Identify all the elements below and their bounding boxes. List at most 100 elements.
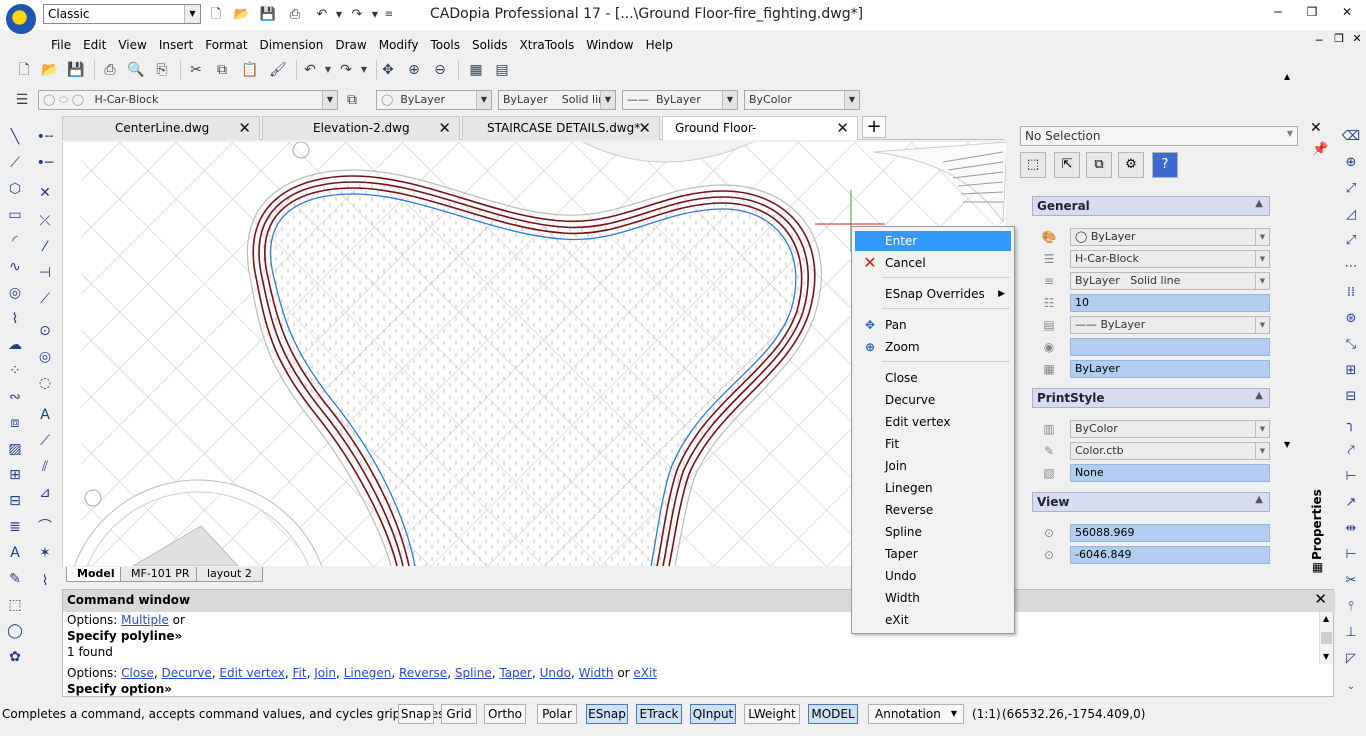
menu-window[interactable]: Window: [580, 36, 639, 54]
command-scrollbar[interactable]: ▲ ▼: [1319, 612, 1333, 664]
layout-tab[interactable]: layout 2: [196, 567, 263, 582]
doc-tab[interactable]: STAIRCASE DETAILS.dwg* ✕: [462, 116, 660, 140]
undo-icon[interactable]: ↶: [313, 6, 331, 24]
properties-palette-small-icon[interactable]: ▦: [1312, 560, 1323, 574]
menu-item-linegen[interactable]: Linegen: [855, 478, 1011, 498]
qinput-toggle[interactable]: QInput: [690, 704, 736, 724]
polyline-icon[interactable]: ⌇: [4, 308, 26, 330]
spline-icon[interactable]: ∿: [4, 256, 26, 278]
break-icon[interactable]: ⫽: [34, 456, 56, 478]
scroll-down-icon[interactable]: ▼: [1323, 652, 1329, 661]
circle-icon[interactable]: ◎: [4, 282, 26, 304]
snap-nearest-icon[interactable]: ↗: [1340, 492, 1362, 514]
print-attached-field[interactable]: None: [1070, 464, 1270, 482]
linetype-field[interactable]: ByLayer Solid line ▼: [1070, 272, 1270, 290]
grid-toggle[interactable]: Grid: [441, 704, 477, 724]
doc-restore-icon[interactable]: ❐: [1330, 32, 1348, 45]
selection-combo[interactable]: No Selection ▼: [1020, 126, 1298, 146]
close-tab-icon[interactable]: ✕: [238, 117, 251, 139]
select-filter-icon[interactable]: ⧉: [1086, 152, 1112, 178]
option-close[interactable]: Close: [121, 666, 154, 680]
publish-icon[interactable]: ⎘: [152, 60, 172, 80]
copy-icon[interactable]: ⧉: [212, 60, 232, 80]
ortho-toggle[interactable]: Ortho: [484, 704, 526, 724]
model-toggle[interactable]: MODEL: [808, 704, 858, 724]
plotstyle-field[interactable]: ByLayer: [1070, 360, 1270, 378]
menu-item-join[interactable]: Join: [855, 456, 1011, 476]
close-tab-icon[interactable]: ✕: [836, 117, 849, 139]
layout-tab[interactable]: MF-101 PR: [120, 567, 201, 582]
undo-dropdown-icon[interactable]: ▼: [318, 60, 338, 80]
option-linegen[interactable]: Linegen: [344, 666, 392, 680]
menu-dimension[interactable]: Dimension: [254, 36, 330, 54]
color-field[interactable]: ◯ ByLayer ▼: [1070, 228, 1270, 246]
menu-view[interactable]: View: [112, 36, 152, 54]
paste-icon[interactable]: 📋: [240, 60, 260, 80]
option-reverse[interactable]: Reverse: [399, 666, 447, 680]
option-join[interactable]: Join: [314, 666, 336, 680]
scroll-down-icon[interactable]: ▼: [1284, 440, 1290, 449]
undo-icon[interactable]: ↶: [300, 60, 320, 80]
panel-close-icon[interactable]: ✕: [1310, 120, 1322, 136]
menu-tools[interactable]: Tools: [424, 36, 466, 54]
menu-item-zoom[interactable]: ⊕ Zoom: [855, 337, 1011, 357]
hatch-icon[interactable]: ▨: [4, 438, 26, 460]
undo-dropdown-icon[interactable]: ▼: [330, 6, 348, 24]
center-y-field[interactable]: -6046.849: [1070, 546, 1270, 564]
offset-icon[interactable]: ⤫: [34, 210, 56, 232]
menu-item-reverse[interactable]: Reverse: [855, 500, 1011, 520]
layout-tab-model[interactable]: Model: [66, 567, 126, 582]
menu-modify[interactable]: Modify: [373, 36, 425, 54]
select-objects-icon[interactable]: ⬚: [1020, 152, 1046, 178]
ltscale-field[interactable]: 10: [1070, 294, 1270, 312]
menu-item-esnap-overrides[interactable]: ESnap Overrides ▶: [855, 284, 1011, 304]
doc-tab-active[interactable]: Ground Floor-fire_fighting.dwg* ✕: [662, 116, 858, 157]
close-icon[interactable]: ✕: [1332, 5, 1362, 23]
snap-extension-icon[interactable]: ⋯: [1340, 256, 1362, 278]
command-input[interactable]: Specify option»: [67, 682, 172, 696]
option-decurve[interactable]: Decurve: [162, 666, 212, 680]
annotation-scale-select[interactable]: Annotation ▼: [868, 704, 964, 724]
snap-tangent-icon[interactable]: ⊞: [1340, 360, 1362, 382]
section-view[interactable]: View ▲: [1032, 492, 1270, 512]
redo-icon[interactable]: ↷: [348, 6, 366, 24]
properties-palette-icon[interactable]: ▦: [466, 60, 486, 80]
line-tool-icon[interactable]: ╲: [4, 126, 26, 148]
fillet-icon[interactable]: ⌒: [34, 516, 56, 538]
region-icon[interactable]: ⊟: [4, 490, 26, 512]
revcloud-icon[interactable]: ☁: [4, 334, 26, 356]
print-icon[interactable]: ⎙: [100, 60, 120, 80]
scroll-thumb[interactable]: [1321, 632, 1332, 644]
extend-icon[interactable]: ⟋: [34, 430, 56, 452]
snap-from-icon[interactable]: ⊥: [1340, 622, 1362, 644]
snap-quadrant-icon[interactable]: ⤡: [1340, 334, 1362, 356]
option-taper[interactable]: Taper: [499, 666, 532, 680]
stretch-icon[interactable]: ◎: [34, 346, 56, 368]
thickness-field[interactable]: [1070, 338, 1270, 356]
rotate-icon[interactable]: ⟋: [34, 288, 56, 310]
menu-insert[interactable]: Insert: [153, 36, 199, 54]
snap-perpendicular-icon[interactable]: ⊟: [1340, 386, 1362, 408]
esnap-toggle[interactable]: ESnap: [586, 704, 628, 724]
infinite-line-icon[interactable]: ⟋: [4, 152, 26, 174]
close-tab-icon[interactable]: ✕: [438, 117, 451, 139]
print-preview-icon[interactable]: 🔍: [126, 60, 146, 80]
rectangle-icon[interactable]: ▭: [4, 204, 26, 226]
plotstyle-combo[interactable]: ByColor ▼: [744, 90, 860, 110]
etrack-toggle[interactable]: ETrack: [636, 704, 682, 724]
chamfer-icon[interactable]: ⊿: [34, 482, 56, 504]
scissor-icon[interactable]: ✂: [1340, 570, 1362, 592]
text-icon[interactable]: A: [34, 404, 56, 426]
layer-field[interactable]: H-Car-Block ▼: [1070, 250, 1270, 268]
menu-item-close[interactable]: Close: [855, 368, 1011, 388]
pan-icon[interactable]: ✥: [378, 60, 398, 80]
ellipse-arc-icon[interactable]: ∾: [4, 386, 26, 408]
lineweight-combo[interactable]: —— ByLayer ▼: [622, 90, 738, 110]
menu-xtratools[interactable]: XtraTools: [514, 36, 581, 54]
menu-format[interactable]: Format: [199, 36, 253, 54]
sketch-icon[interactable]: ✎: [4, 568, 26, 590]
doc-tab[interactable]: CenterLine.dwg ✕: [62, 116, 260, 140]
menu-item-edit-vertex[interactable]: Edit vertex: [855, 412, 1011, 432]
mirror-icon[interactable]: ✕: [34, 182, 56, 204]
restore-icon[interactable]: ❐: [1297, 5, 1327, 23]
